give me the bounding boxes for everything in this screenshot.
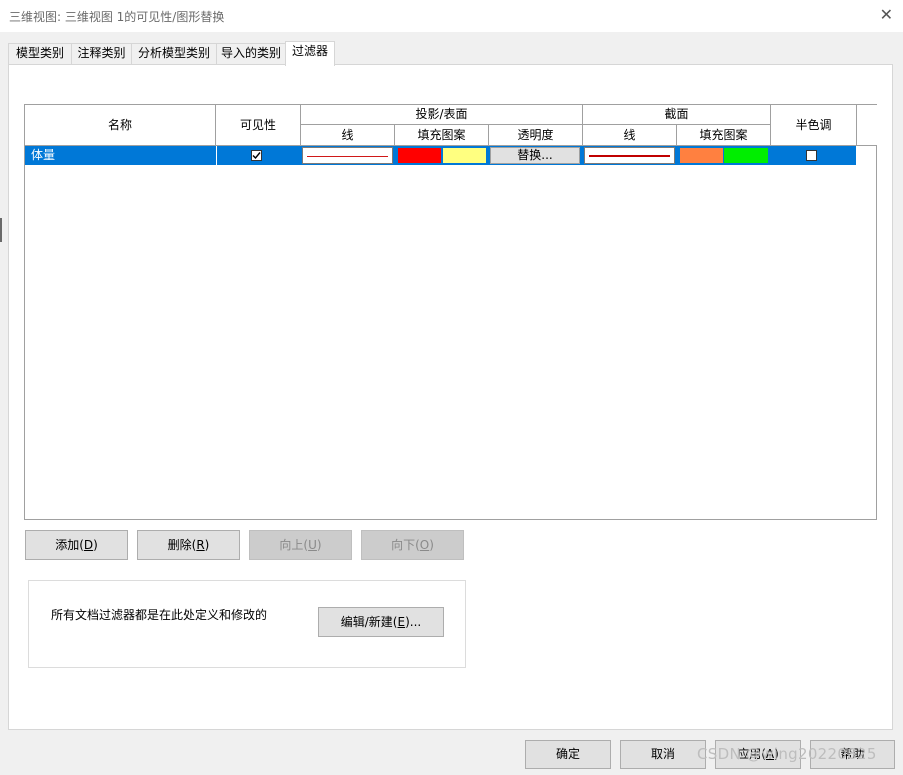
header-cut: 截面 [583, 105, 771, 125]
transparency-override-button[interactable]: 替换... [490, 147, 580, 164]
cut-line-swatch[interactable] [584, 147, 675, 164]
row-name[interactable]: 体量 [31, 147, 55, 164]
window-title: 三维视图: 三维视图 1的可见性/图形替换 [9, 10, 225, 24]
header-projection-pattern[interactable]: 填充图案 [395, 125, 489, 146]
cut-line-sample [589, 155, 670, 157]
header-projection-line[interactable]: 线 [301, 125, 395, 146]
header-filler [857, 105, 877, 146]
projection-pattern-foreground-swatch[interactable] [398, 148, 441, 163]
tab-annotation-categories[interactable]: 注释类别 [71, 43, 132, 64]
header-name[interactable]: 名称 [25, 105, 216, 146]
ok-button[interactable]: 确定 [525, 740, 611, 769]
cancel-button[interactable]: 取消 [620, 740, 706, 769]
header-cut-line[interactable]: 线 [583, 125, 677, 146]
tab-filters[interactable]: 过滤器 [285, 41, 335, 66]
delete-button[interactable]: 删除(R) [137, 530, 240, 560]
header-visibility[interactable]: 可见性 [216, 105, 301, 146]
cut-pattern-foreground-swatch[interactable] [680, 148, 723, 163]
projection-pattern-background-swatch[interactable] [443, 148, 486, 163]
halftone-checkbox[interactable] [806, 150, 817, 161]
watermark: CSDN @wing20220825 [697, 745, 877, 763]
filters-table: 名称 可见性 投影/表面 截面 半色调 线 填充图案 透明度 线 填充图案 体量… [24, 104, 877, 520]
tab-imported-categories[interactable]: 导入的类别 [216, 43, 286, 64]
add-button[interactable]: 添加(D) [25, 530, 128, 560]
move-down-button[interactable]: 向下(O) [361, 530, 464, 560]
projection-line-sample [307, 156, 388, 157]
filter-info-group: 所有文档过滤器都是在此处定义和修改的 编辑/新建(E)... [28, 580, 466, 668]
edge-marker [0, 218, 2, 242]
header-cut-pattern[interactable]: 填充图案 [677, 125, 771, 146]
filter-info-text: 所有文档过滤器都是在此处定义和修改的 [51, 608, 268, 622]
edit-new-button[interactable]: 编辑/新建(E)... [318, 607, 444, 637]
cut-pattern-background-swatch[interactable] [724, 148, 768, 163]
projection-line-swatch[interactable] [302, 147, 393, 164]
close-icon[interactable]: ✕ [880, 6, 893, 24]
tab-model-categories[interactable]: 模型类别 [8, 43, 72, 64]
header-transparency[interactable]: 透明度 [489, 125, 583, 146]
tab-analytical-model-categories[interactable]: 分析模型类别 [131, 43, 217, 64]
move-up-button[interactable]: 向上(U) [249, 530, 352, 560]
header-halftone[interactable]: 半色调 [771, 105, 857, 146]
checkmark-icon [252, 152, 261, 160]
column-divider [216, 146, 217, 165]
visibility-checkbox[interactable] [251, 150, 262, 161]
header-projection-surface: 投影/表面 [301, 105, 583, 125]
title-bar: 三维视图: 三维视图 1的可见性/图形替换 ✕ [0, 0, 903, 32]
